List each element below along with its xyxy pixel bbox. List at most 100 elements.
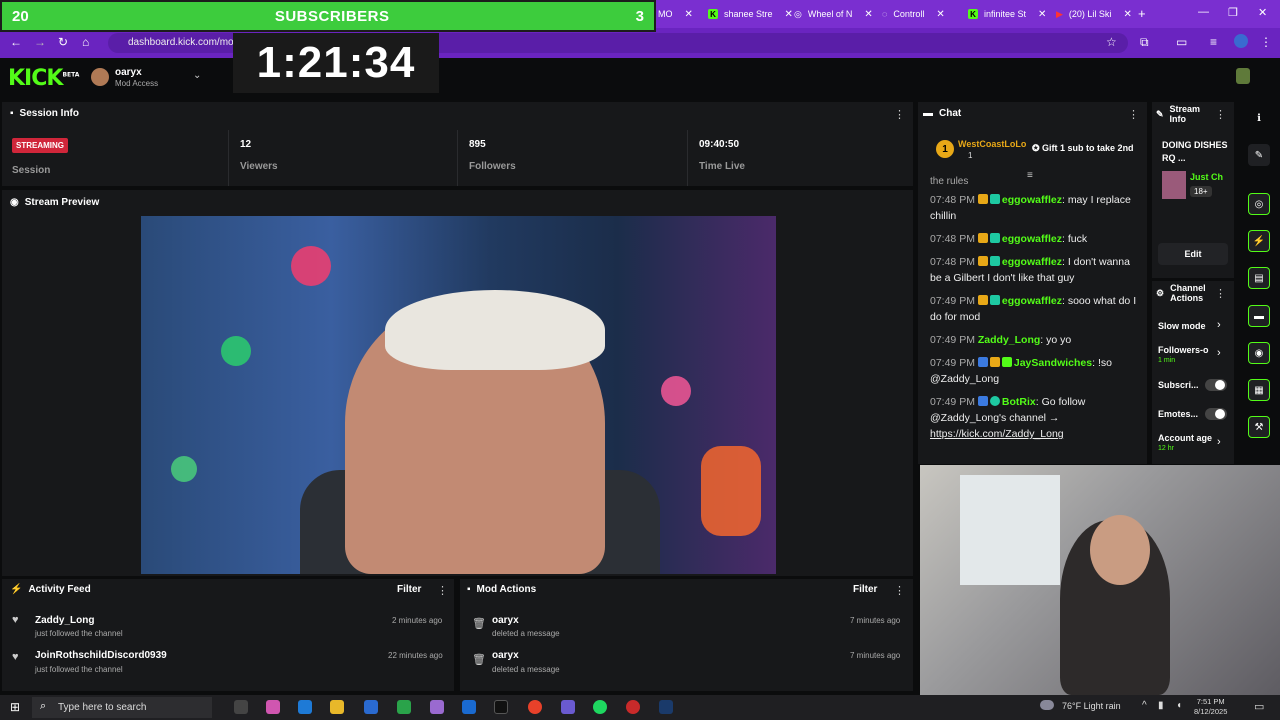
minimize-button[interactable]: — xyxy=(1198,6,1209,18)
emotes-only-toggle[interactable] xyxy=(1205,408,1227,420)
stream-info-header: ✎ Stream Info xyxy=(1156,104,1216,124)
close-icon[interactable]: ✕ xyxy=(1038,9,1046,20)
taskbar-clock[interactable]: 7:51 PM 8/12/2025 xyxy=(1194,697,1227,717)
chat-user[interactable]: JaySandwiches xyxy=(1014,357,1092,369)
back-button[interactable]: ← xyxy=(10,35,22,49)
close-icon[interactable]: ✕ xyxy=(936,9,944,20)
chat-user[interactable]: eggowafflez xyxy=(1002,194,1062,206)
chat-user[interactable]: eggowafflez xyxy=(1002,233,1062,245)
username[interactable]: oaryx xyxy=(115,67,142,78)
subscribers-only-toggle[interactable] xyxy=(1205,379,1227,391)
browser-tab[interactable]: ◌ Controll ✕ xyxy=(876,4,951,24)
close-icon[interactable]: ✕ xyxy=(864,9,872,20)
cloud-icon xyxy=(1040,700,1054,710)
chat-filter-icon[interactable]: ≡ xyxy=(1027,170,1033,181)
feed-user[interactable]: Zaddy_Long xyxy=(35,615,94,626)
chat-user[interactable]: eggowafflez xyxy=(1002,256,1062,268)
more-menu-icon[interactable]: ⋮ xyxy=(1215,287,1226,300)
forward-button[interactable]: → xyxy=(34,35,46,49)
pencil-icon[interactable]: ✎ xyxy=(1248,144,1270,166)
account-age-item[interactable]: Account age xyxy=(1158,433,1212,443)
gift-sub-button[interactable]: ✪ Gift 1 sub to take 2nd xyxy=(1032,143,1134,154)
wrench-icon[interactable]: ⚒ xyxy=(1248,416,1270,438)
xbox-icon[interactable] xyxy=(397,700,411,714)
chevron-right-icon[interactable]: › xyxy=(1217,319,1221,331)
browser-tab[interactable]: Kinfinitee St ✕ xyxy=(962,4,1052,24)
kick-logo[interactable]: KICKBETA xyxy=(8,66,79,91)
edit-button[interactable]: Edit xyxy=(1158,243,1228,265)
chat-user[interactable]: eggowafflez xyxy=(1002,295,1062,307)
followers-only-item[interactable]: Followers-o xyxy=(1158,345,1209,355)
avatar[interactable] xyxy=(91,68,109,86)
close-icon[interactable]: ✕ xyxy=(685,9,693,20)
wheel-icon: ◎ xyxy=(794,8,802,19)
slow-mode-item[interactable]: Slow mode xyxy=(1158,321,1206,331)
weather-status[interactable]: 76°F Light rain xyxy=(1062,701,1121,711)
reload-button[interactable]: ↻ xyxy=(58,35,68,49)
browser-tab[interactable]: Kshanee Stre ✕ xyxy=(702,4,799,24)
maximize-button[interactable]: ❐ xyxy=(1228,6,1238,19)
cast-icon[interactable]: ▭ xyxy=(1176,35,1187,49)
broadcast-icon[interactable]: ◉ xyxy=(1248,342,1270,364)
more-menu-icon[interactable]: ⋮ xyxy=(1260,35,1272,49)
chat-user[interactable]: BotRix xyxy=(1002,396,1036,408)
chevron-right-icon[interactable]: › xyxy=(1217,347,1221,359)
more-menu-icon[interactable]: ⋮ xyxy=(894,108,905,121)
edge-icon[interactable] xyxy=(298,700,312,714)
more-menu-icon[interactable]: ⋮ xyxy=(1215,108,1226,121)
panel-title: Session Info xyxy=(19,108,79,119)
gift-user[interactable]: WestCoastLoLo xyxy=(958,139,1026,149)
new-tab-button[interactable]: + xyxy=(1138,6,1146,21)
bookmark-star-icon[interactable]: ☆ xyxy=(1106,35,1117,49)
target-icon[interactable]: ◎ xyxy=(1248,193,1270,215)
chat-link[interactable]: https://kick.com/Zaddy_Long xyxy=(930,428,1064,440)
file-explorer-icon[interactable] xyxy=(330,700,344,714)
close-icon[interactable]: ✕ xyxy=(1123,9,1131,20)
chat-time: 07:49 PM xyxy=(930,357,975,369)
discord-icon[interactable] xyxy=(561,700,575,714)
browser-tab[interactable]: MO ✕ xyxy=(652,4,699,24)
tiktok-icon[interactable] xyxy=(494,700,508,714)
spotify-icon[interactable] xyxy=(593,700,607,714)
store-icon[interactable] xyxy=(364,700,378,714)
browser-tab[interactable]: ▶ (20) Lil Ski ✕ xyxy=(1050,4,1138,24)
layout-icon[interactable]: ▦ xyxy=(1248,379,1270,401)
chrome-icon[interactable] xyxy=(528,700,542,714)
windows-start-icon[interactable]: ⊞ xyxy=(10,700,20,714)
chevron-right-icon[interactable]: › xyxy=(1217,436,1221,448)
taskbar-search[interactable]: Type here to search xyxy=(32,697,212,718)
feed-user[interactable]: JoinRothschildDiscord0939 xyxy=(35,650,167,661)
mic-icon[interactable]: ▮ xyxy=(1158,700,1164,711)
filter-button[interactable]: Filter xyxy=(853,584,877,595)
window-close-button[interactable]: ✕ xyxy=(1258,6,1267,19)
filter-button[interactable]: Filter xyxy=(397,584,421,595)
bolt-icon[interactable]: ⚡ xyxy=(1248,230,1270,252)
mod-user[interactable]: oaryx xyxy=(492,650,519,661)
mod-user[interactable]: oaryx xyxy=(492,615,519,626)
media-icon[interactable]: ≡ xyxy=(1210,35,1217,49)
steam-icon[interactable] xyxy=(659,700,673,714)
tray-chevron-icon[interactable]: ^ xyxy=(1142,700,1147,711)
chat-icon[interactable]: ▬ xyxy=(1248,305,1270,327)
home-button[interactable]: ⌂ xyxy=(82,35,89,49)
chevron-down-icon[interactable]: ⌄ xyxy=(193,70,201,81)
outlook-icon[interactable] xyxy=(462,700,476,714)
task-view-icon[interactable] xyxy=(234,700,248,714)
more-menu-icon[interactable]: ⋮ xyxy=(437,584,448,597)
chat-user[interactable]: Zaddy_Long xyxy=(978,334,1040,346)
more-menu-icon[interactable]: ⋮ xyxy=(894,584,905,597)
category-name[interactable]: Just Ch xyxy=(1190,172,1223,182)
channel-icon[interactable] xyxy=(1236,68,1250,84)
copilot-icon[interactable] xyxy=(266,700,280,714)
volume-icon[interactable]: ◖ xyxy=(1176,700,1182,711)
info-icon[interactable]: ℹ xyxy=(1248,107,1270,129)
profile-avatar[interactable] xyxy=(1234,34,1248,48)
light-spot xyxy=(221,336,251,366)
obs-icon[interactable] xyxy=(626,700,640,714)
app-icon[interactable] xyxy=(430,700,444,714)
notification-icon[interactable]: ▭ xyxy=(1254,700,1264,713)
document-icon[interactable]: ▤ xyxy=(1248,267,1270,289)
browser-tab[interactable]: ◎ Wheel of N ✕ xyxy=(788,4,879,24)
more-menu-icon[interactable]: ⋮ xyxy=(1128,108,1139,121)
extensions-icon[interactable]: ⧉ xyxy=(1140,35,1149,50)
